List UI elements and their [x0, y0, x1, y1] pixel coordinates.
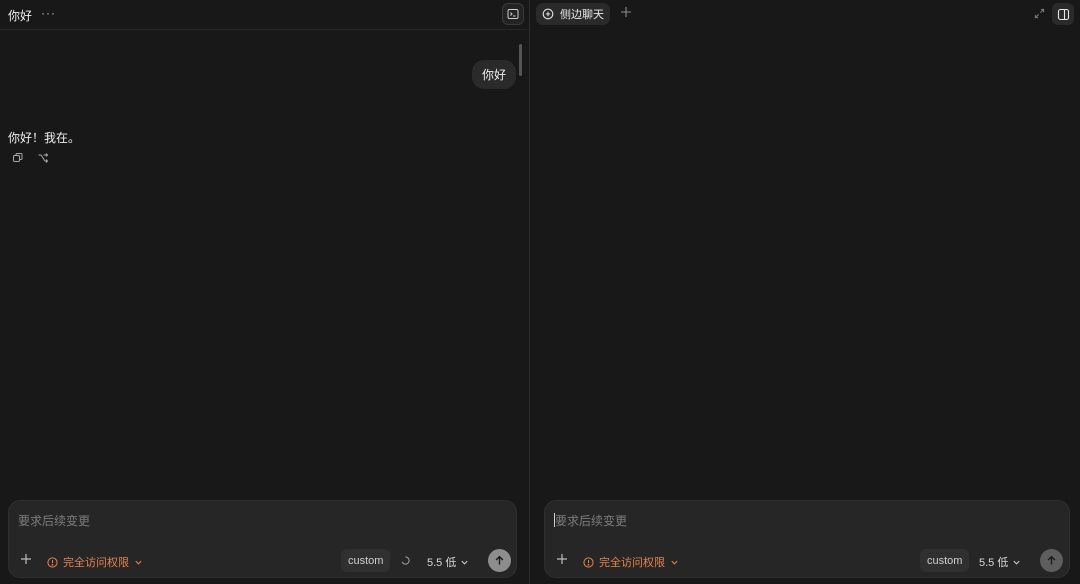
model-selector[interactable]: 5.5 低 — [427, 554, 469, 570]
fork-icon[interactable] — [37, 152, 50, 165]
chevron-down-icon — [461, 560, 468, 565]
chat-add-icon — [542, 8, 554, 20]
access-permission-dropdown[interactable]: 完全访问权限 — [583, 554, 679, 570]
scrollbar-thumb[interactable] — [519, 44, 522, 76]
chat-title: 你好 — [8, 9, 33, 23]
custom-chip[interactable]: custom — [341, 549, 391, 572]
plus-icon — [621, 7, 631, 17]
composer: 要求后续变更 完全访问权限 custom 5.5 低 — [8, 500, 517, 578]
more-icon[interactable]: ··· — [41, 6, 56, 20]
add-attachment-button[interactable] — [20, 553, 32, 565]
sidebar-panel-icon — [1057, 8, 1069, 20]
send-button[interactable] — [488, 549, 511, 572]
terminal-icon — [507, 9, 519, 19]
copy-icon[interactable] — [12, 152, 25, 165]
access-label: 完全访问权限 — [599, 557, 665, 569]
spinner-icon — [401, 556, 410, 565]
assistant-message: 你好！我在。 — [8, 131, 81, 145]
access-label: 完全访问权限 — [63, 557, 129, 569]
side-composer-input[interactable]: 要求后续变更 — [555, 512, 627, 529]
chevron-down-icon — [671, 560, 678, 565]
expand-button[interactable] — [1034, 8, 1045, 19]
send-arrow-icon — [1047, 555, 1056, 565]
send-button[interactable] — [1040, 549, 1063, 572]
plus-icon — [557, 554, 567, 564]
warning-icon — [47, 556, 58, 568]
access-permission-dropdown[interactable]: 完全访问权限 — [47, 554, 143, 570]
send-arrow-icon — [495, 555, 504, 565]
main-chat-pane: 你好 ··· 你好 你好！我在。 要求后续变更 完全访问权限 custom 5.… — [0, 0, 529, 584]
add-attachment-button[interactable] — [556, 553, 568, 565]
message-actions — [12, 152, 50, 165]
expand-icon — [1034, 8, 1045, 19]
plus-icon — [21, 554, 31, 564]
model-selector[interactable]: 5.5 低 — [979, 554, 1021, 570]
tab-side-chat[interactable]: 侧边聊天 — [536, 3, 610, 25]
user-message-bubble: 你好 — [471, 60, 516, 89]
warning-icon — [583, 556, 594, 568]
terminal-toggle-button[interactable] — [502, 3, 524, 25]
custom-chip[interactable]: custom — [920, 549, 970, 572]
chevron-down-icon — [135, 560, 142, 565]
sidebar-panel-toggle-button[interactable] — [1052, 3, 1074, 25]
side-chat-pane: 侧边聊天 要求后续变更 完全访问权限 custom 5.5 低 — [530, 0, 1080, 584]
chat-header: 你好 ··· — [0, 0, 529, 30]
composer-input[interactable]: 要求后续变更 — [18, 512, 90, 529]
chevron-down-icon — [1013, 560, 1020, 565]
model-label: 5.5 低 — [427, 557, 457, 569]
side-composer: 要求后续变更 完全访问权限 custom 5.5 低 — [544, 500, 1070, 578]
model-label: 5.5 低 — [979, 557, 1009, 569]
tab-label: 侧边聊天 — [560, 9, 604, 21]
new-tab-button[interactable] — [620, 6, 632, 18]
